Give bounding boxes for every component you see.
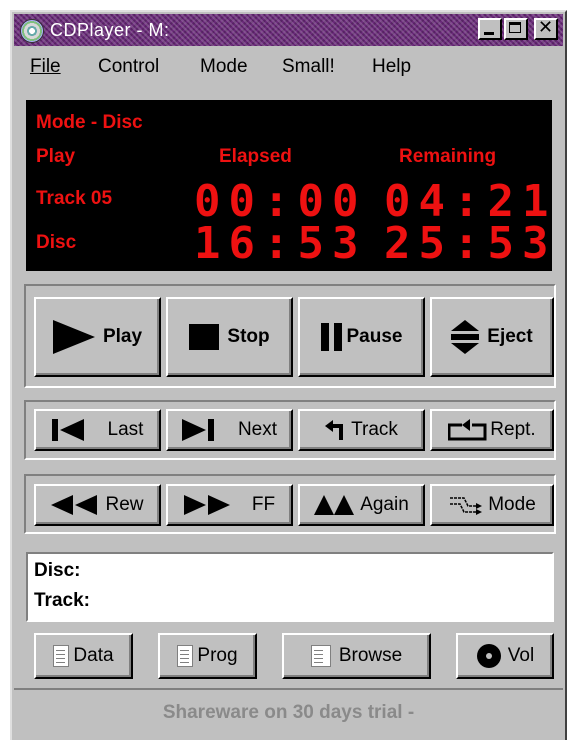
disc-elapsed-time: 16:53 [194,218,367,269]
last-label: Last [107,419,144,440]
remaining-header: Remaining [399,146,497,167]
track-button[interactable]: Track [298,409,425,451]
window-title: CDPlayer - M: [50,20,170,40]
cdplayer-window: CDPlayer - M: ✕ File Control Mode Small!… [10,10,567,740]
track-info-line: Track: [34,590,90,611]
pause-label: Pause [346,326,403,347]
status-bar: Shareware on 30 days trial - [14,688,563,736]
menu-small-label: Small! [282,56,335,77]
ff-label: FF [251,494,276,515]
eject-icon [451,320,480,354]
prog-button[interactable]: Prog [158,633,257,679]
rewind-label: Rew [105,494,144,515]
title-bar[interactable]: CDPlayer - M: ✕ [14,14,563,46]
program-list-icon [177,645,194,667]
browse-button[interactable]: Browse [282,633,431,679]
menu-file[interactable]: File [30,56,61,78]
track-label: Track 05 [36,188,113,209]
repeat-label: Rept. [490,419,536,440]
menu-control-label: Control [98,56,160,77]
disc-label: Disc [36,232,77,253]
maximize-icon [509,22,521,33]
stop-button[interactable]: Stop [166,297,293,377]
minimize-icon [484,32,494,35]
menu-small[interactable]: Small! [282,56,335,78]
disc-info-panel: Disc: Track: [26,552,554,622]
menu-help[interactable]: Help [372,56,411,78]
repeat-icon [448,419,487,441]
menu-file-label: File [30,56,61,77]
disc-remaining-time: 25:53 [384,218,557,269]
volume-knob-icon [476,644,501,668]
track-return-icon [325,420,344,440]
mode-label-btn: Mode [488,494,536,515]
browse-list-icon [310,645,331,667]
menu-help-label: Help [372,56,412,77]
shareware-notice: Shareware on 30 days trial - [162,702,415,723]
next-label: Next [237,419,278,440]
pause-button[interactable]: Pause [298,297,425,377]
rewind-button[interactable]: Rew [34,484,161,526]
lcd-display: Mode - Disc Play Elapsed Remaining Track… [26,100,552,271]
browse-label: Browse [338,645,403,666]
mode-label: Mode - Disc [36,112,143,133]
stop-icon [189,324,220,350]
rewind-icon [51,495,98,515]
document-icon [53,645,70,667]
minimize-button[interactable] [478,18,502,40]
cd-disc-icon [20,19,44,43]
track-label-btn: Track [351,419,398,440]
play-icon [52,320,95,354]
maximize-button[interactable] [504,18,528,40]
last-track-button[interactable]: Last [34,409,161,451]
elapsed-header: Elapsed [219,146,292,167]
again-label: Again [360,494,409,515]
menu-mode[interactable]: Mode [200,56,248,78]
close-button[interactable]: ✕ [534,17,558,40]
shuffle-icon [450,497,483,515]
fast-forward-icon [183,495,230,515]
data-label: Data [73,645,114,666]
disc-info-line: Disc: [34,560,81,581]
mode-button[interactable]: Mode [430,484,554,526]
menu-mode-label: Mode [200,56,248,77]
stop-label: Stop [227,326,270,347]
fast-forward-button[interactable]: FF [166,484,293,526]
volume-button[interactable]: Vol [456,633,554,679]
skip-back-icon [51,419,84,441]
vol-label: Vol [507,645,535,666]
skip-forward-icon [181,419,214,441]
play-state: Play [36,146,76,167]
again-button[interactable]: Again [298,484,425,526]
close-icon: ✕ [538,17,554,38]
menu-bar: File Control Mode Small! Help [14,56,563,86]
eject-button[interactable]: Eject [430,297,554,377]
prog-label: Prog [197,645,238,666]
pause-icon [320,323,342,351]
eject-label: Eject [487,326,533,347]
data-button[interactable]: Data [34,633,133,679]
play-button[interactable]: Play [34,297,161,377]
play-label: Play [102,326,143,347]
double-up-icon [314,495,355,515]
menu-control[interactable]: Control [98,56,159,78]
repeat-button[interactable]: Rept. [430,409,554,451]
next-track-button[interactable]: Next [166,409,293,451]
